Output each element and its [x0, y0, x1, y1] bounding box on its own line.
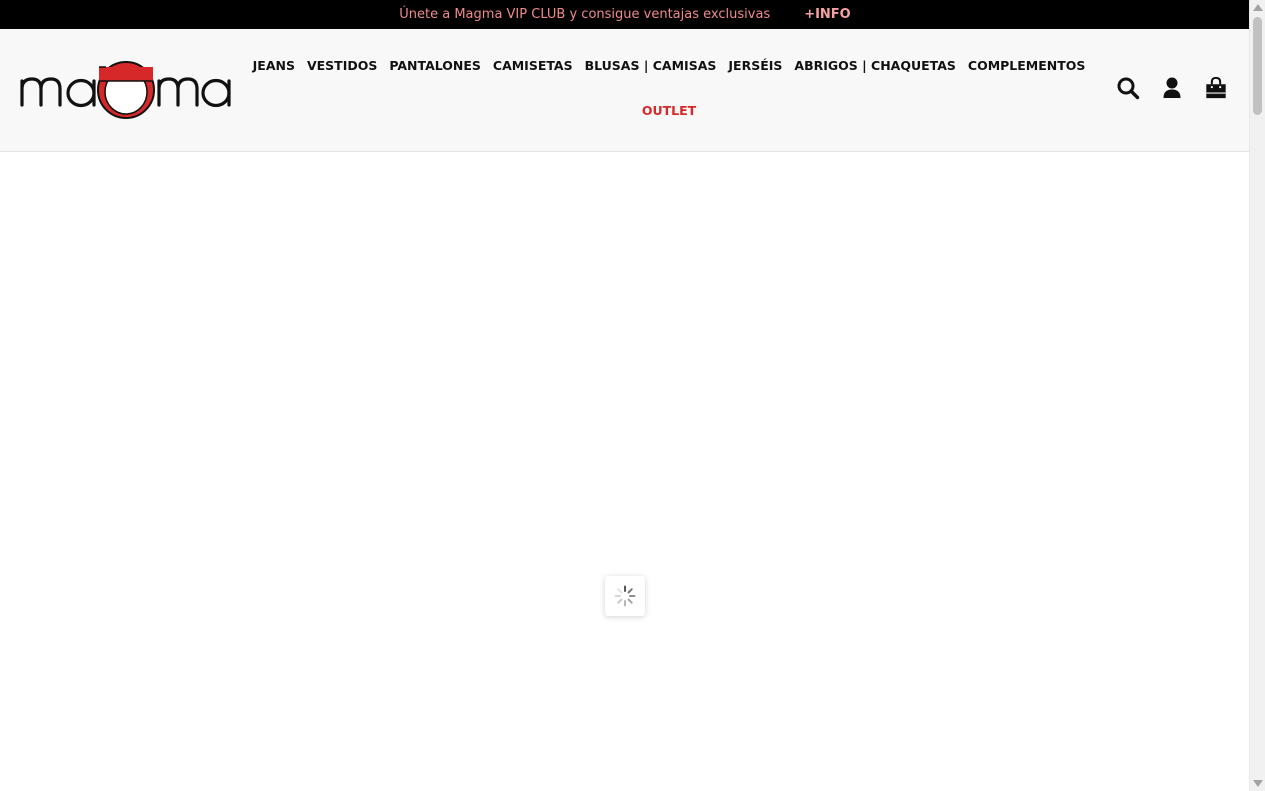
main-nav: JEANS VESTIDOS PANTALONES CAMISETAS BLUS… [253, 29, 1086, 151]
promo-text: Únete a Magma VIP CLUB y consigue ventaj… [399, 7, 771, 22]
search-icon [1117, 77, 1140, 100]
promo-info-link[interactable]: +INFO [804, 7, 851, 22]
magma-logo-icon [20, 61, 231, 119]
nav-item-jerseis[interactable]: JERSÉIS [728, 58, 782, 73]
user-icon [1163, 77, 1181, 98]
cart-button[interactable] [1204, 75, 1228, 101]
spinner-icon [614, 585, 636, 607]
scroll-down-arrow-icon[interactable] [1253, 780, 1263, 787]
vertical-scrollbar[interactable] [1249, 0, 1265, 791]
nav-item-camisetas[interactable]: CAMISETAS [493, 58, 573, 73]
nav-item-blusas-camisas[interactable]: BLUSAS | CAMISAS [585, 58, 717, 73]
nav-row-primary: JEANS VESTIDOS PANTALONES CAMISETAS BLUS… [253, 58, 1086, 73]
loading-indicator [605, 576, 645, 616]
header-icons [1116, 75, 1228, 101]
site-header: JEANS VESTIDOS PANTALONES CAMISETAS BLUS… [0, 29, 1250, 152]
nav-item-complementos[interactable]: COMPLEMENTOS [968, 58, 1086, 73]
promo-bar: Únete a Magma VIP CLUB y consigue ventaj… [0, 0, 1250, 29]
page: Únete a Magma VIP CLUB y consigue ventaj… [0, 0, 1250, 791]
scroll-up-arrow-icon[interactable] [1253, 4, 1263, 11]
site-logo[interactable] [18, 57, 234, 123]
nav-item-vestidos[interactable]: VESTIDOS [307, 58, 377, 73]
nav-item-jeans[interactable]: JEANS [253, 58, 295, 73]
main-content [0, 152, 1250, 791]
nav-item-pantalones[interactable]: PANTALONES [389, 58, 481, 73]
account-button[interactable] [1160, 75, 1184, 101]
shopping-bag-icon [1206, 76, 1226, 99]
nav-item-abrigos-chaquetas[interactable]: ABRIGOS | CHAQUETAS [794, 58, 956, 73]
search-button[interactable] [1116, 75, 1140, 101]
scroll-thumb[interactable] [1253, 17, 1262, 115]
nav-item-outlet[interactable]: OUTLET [642, 103, 696, 118]
nav-row-secondary: OUTLET [260, 103, 1078, 118]
